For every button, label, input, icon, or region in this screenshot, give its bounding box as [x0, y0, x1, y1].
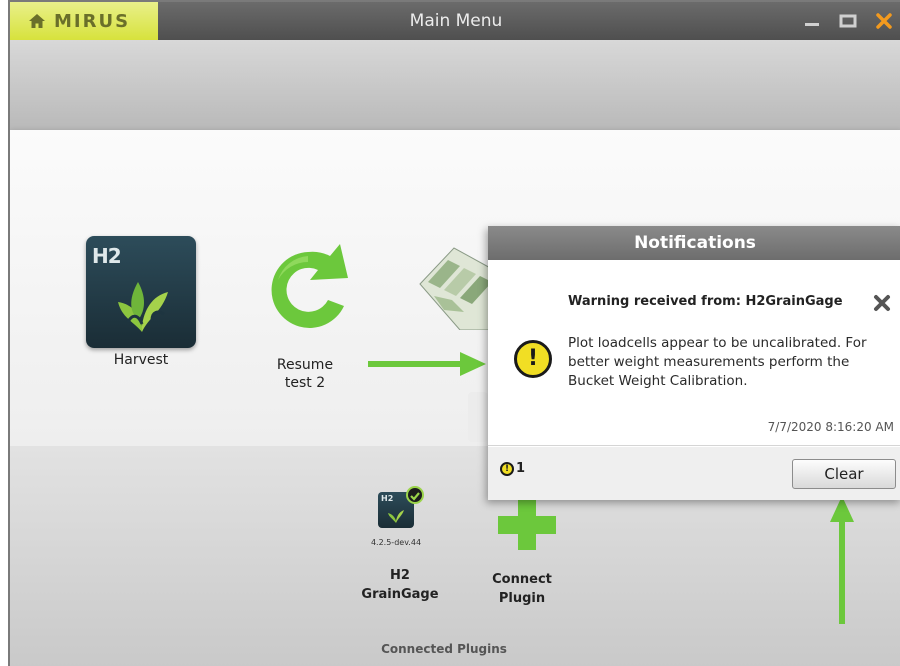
main-menu-window: MIRUS Main Menu H2 Harvest Resume test 2… — [8, 0, 900, 666]
harvest-app-icon[interactable]: H2 — [86, 236, 196, 348]
hidden-tile-edge — [468, 392, 488, 442]
notification-item: Warning received from: H2GrainGage ! Plo… — [488, 260, 900, 446]
upper-band — [10, 40, 900, 130]
window-controls — [800, 2, 896, 40]
plugin-leaf-icon — [388, 510, 404, 523]
warning-count: 1 — [516, 461, 526, 476]
map-app-icon[interactable] — [414, 240, 495, 331]
home-icon — [28, 13, 46, 29]
connect-label-line1: Connect — [492, 572, 552, 587]
resume-label: Resume test 2 — [260, 356, 350, 392]
leaf-icon — [118, 282, 168, 332]
warning-source: Warning received from: H2GrainGage — [568, 294, 843, 309]
clear-button[interactable]: Clear — [792, 459, 896, 489]
plugin-name-line1: H2 — [390, 568, 410, 583]
connect-label-line2: Plugin — [498, 591, 546, 606]
h2-graingage-label: H2 GrainGage — [350, 566, 450, 604]
resume-label-line2: test 2 — [284, 375, 326, 391]
close-button[interactable] — [872, 9, 896, 33]
connect-plugin-plus-icon[interactable] — [498, 500, 556, 550]
arrow-up-indicator — [830, 496, 854, 624]
dismiss-notification-button[interactable] — [872, 293, 892, 313]
warning-count-icon: ! — [500, 461, 514, 476]
connected-plugins-label: Connected Plugins — [381, 642, 507, 656]
resume-label-line1: Resume — [276, 357, 334, 373]
field-map-icon — [419, 247, 495, 331]
title-bar: MIRUS Main Menu — [10, 2, 900, 40]
arrow-right-indicator — [368, 352, 486, 376]
brand-label: MIRUS — [54, 10, 131, 32]
minimize-button[interactable] — [800, 9, 824, 33]
connect-plugin-label: Connect Plugin — [472, 570, 572, 608]
warning-icon: ! — [514, 340, 552, 378]
mirus-home-button[interactable]: MIRUS — [10, 2, 158, 40]
harvest-label: Harvest — [113, 352, 169, 368]
check-icon — [406, 486, 424, 504]
maximize-button[interactable] — [836, 9, 860, 33]
notifications-footer: ! 1 Clear — [488, 447, 900, 500]
plugin-version: 4.2.5-dev.44 — [370, 538, 422, 547]
warning-count-badge: ! 1 — [500, 461, 525, 476]
refresh-icon — [271, 244, 348, 328]
notification-timestamp: 7/7/2020 8:16:20 AM — [767, 420, 894, 434]
warning-message: Plot loadcells appear to be uncalibrated… — [568, 335, 867, 389]
notifications-title: Notifications — [488, 226, 900, 260]
plugin-name-line2: GrainGage — [361, 587, 439, 602]
notifications-panel: Notifications Warning received from: H2G… — [488, 226, 900, 500]
close-icon — [874, 295, 890, 311]
resume-app-icon[interactable] — [260, 240, 356, 344]
h2-graingage-plugin-icon[interactable]: H2 — [378, 486, 428, 536]
